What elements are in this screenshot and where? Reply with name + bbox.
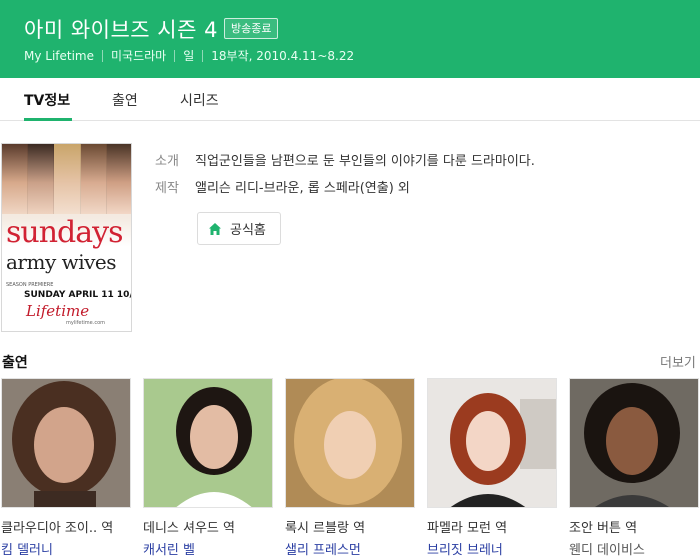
actor-name-link[interactable]: 브리짓 브레너 <box>427 539 503 558</box>
tab-tv-info[interactable]: TV정보 <box>24 90 70 110</box>
network-logo: Lifetime <box>26 302 90 320</box>
episode-info-text: 18부작, 2010.4.11~8.22 <box>211 49 355 63</box>
meta-divider <box>202 49 204 62</box>
poster-image[interactable]: sundays army wives SEASON PREMIERE SUNDA… <box>1 143 132 332</box>
program-meta: My Lifetime 미국드라마 일 18부작, 2010.4.11~8.22 <box>24 47 354 64</box>
actor-name-link[interactable]: 킴 델러니 <box>1 539 53 558</box>
intro-label: 소개 <box>155 154 179 169</box>
cast-card[interactable]: 파멜라 모런 역 브리짓 브레너 <box>427 378 559 560</box>
character-name: 조안 버튼 역 <box>569 521 638 536</box>
official-homepage-button[interactable]: 공식홈 <box>197 212 281 245</box>
character-name: 데니스 셔우드 역 <box>143 521 235 536</box>
actor-photo <box>427 378 557 508</box>
poster-faces-image <box>2 144 131 214</box>
cast-card[interactable]: 록시 르블랑 역 샐리 프레스먼 <box>285 378 417 560</box>
credit-value: 앨리슨 리디-브라운, 롭 스페라(연출) 외 <box>195 181 410 196</box>
meta-divider <box>102 49 104 62</box>
actor-photo <box>569 378 699 508</box>
poster-air-date: SUNDAY APRIL 11 10/9c <box>24 290 131 300</box>
genre-text: 미국드라마 <box>111 49 167 63</box>
poster-season-text: SEASON PREMIERE <box>6 282 54 288</box>
active-tab-indicator <box>24 118 72 121</box>
airday-text: 일 <box>183 49 195 63</box>
actor-name-link[interactable]: 샐리 프레스먼 <box>285 539 361 558</box>
cast-card[interactable]: 클라우디아 조이.. 역 킴 델러니 <box>1 378 133 560</box>
actor-name-link[interactable]: 웬디 데이비스 <box>569 539 645 558</box>
program-header: 아미 와이브즈 시즌 4 방송종료 My Lifetime 미국드라마 일 18… <box>0 0 700 78</box>
more-cast-link[interactable]: 더보기 <box>660 352 696 371</box>
actor-photo <box>285 378 415 508</box>
homepage-label: 공식홈 <box>230 223 266 238</box>
cast-section-title: 출연 <box>2 355 28 371</box>
channel-link[interactable]: My Lifetime <box>24 49 94 63</box>
credit-row: 제작 앨리슨 리디-브라운, 롭 스페라(연출) 외 <box>155 177 410 196</box>
actor-name-link[interactable]: 캐서린 벨 <box>143 539 195 558</box>
cast-card[interactable]: 데니스 셔우드 역 캐서린 벨 <box>143 378 275 560</box>
poster-subtitle: army wives <box>6 250 117 274</box>
character-name: 클라우디아 조이.. 역 <box>1 521 114 536</box>
cast-card[interactable]: 조안 버튼 역 웬디 데이비스 <box>569 378 700 560</box>
character-name: 록시 르블랑 역 <box>285 521 366 536</box>
character-name: 파멜라 모런 역 <box>427 521 508 536</box>
credit-label: 제작 <box>155 181 179 196</box>
meta-divider <box>174 49 176 62</box>
poster-headline: sundays <box>6 215 123 250</box>
poster-url: mylifetime.com <box>66 320 106 326</box>
tab-series[interactable]: 시리즈 <box>180 90 219 110</box>
tab-cast[interactable]: 출연 <box>112 90 138 110</box>
actor-photo <box>143 378 273 508</box>
tab-bar: TV정보 출연 시리즈 <box>0 78 700 121</box>
status-badge: 방송종료 <box>224 18 279 39</box>
actor-photo <box>1 378 131 508</box>
home-icon <box>209 222 221 235</box>
intro-value: 직업군인들을 남편으로 둔 부인들의 이야기를 다룬 드라마이다. <box>195 154 535 169</box>
intro-row: 소개 직업군인들을 남편으로 둔 부인들의 이야기를 다룬 드라마이다. <box>155 150 535 169</box>
program-title: 아미 와이브즈 시즌 4 <box>24 18 218 42</box>
